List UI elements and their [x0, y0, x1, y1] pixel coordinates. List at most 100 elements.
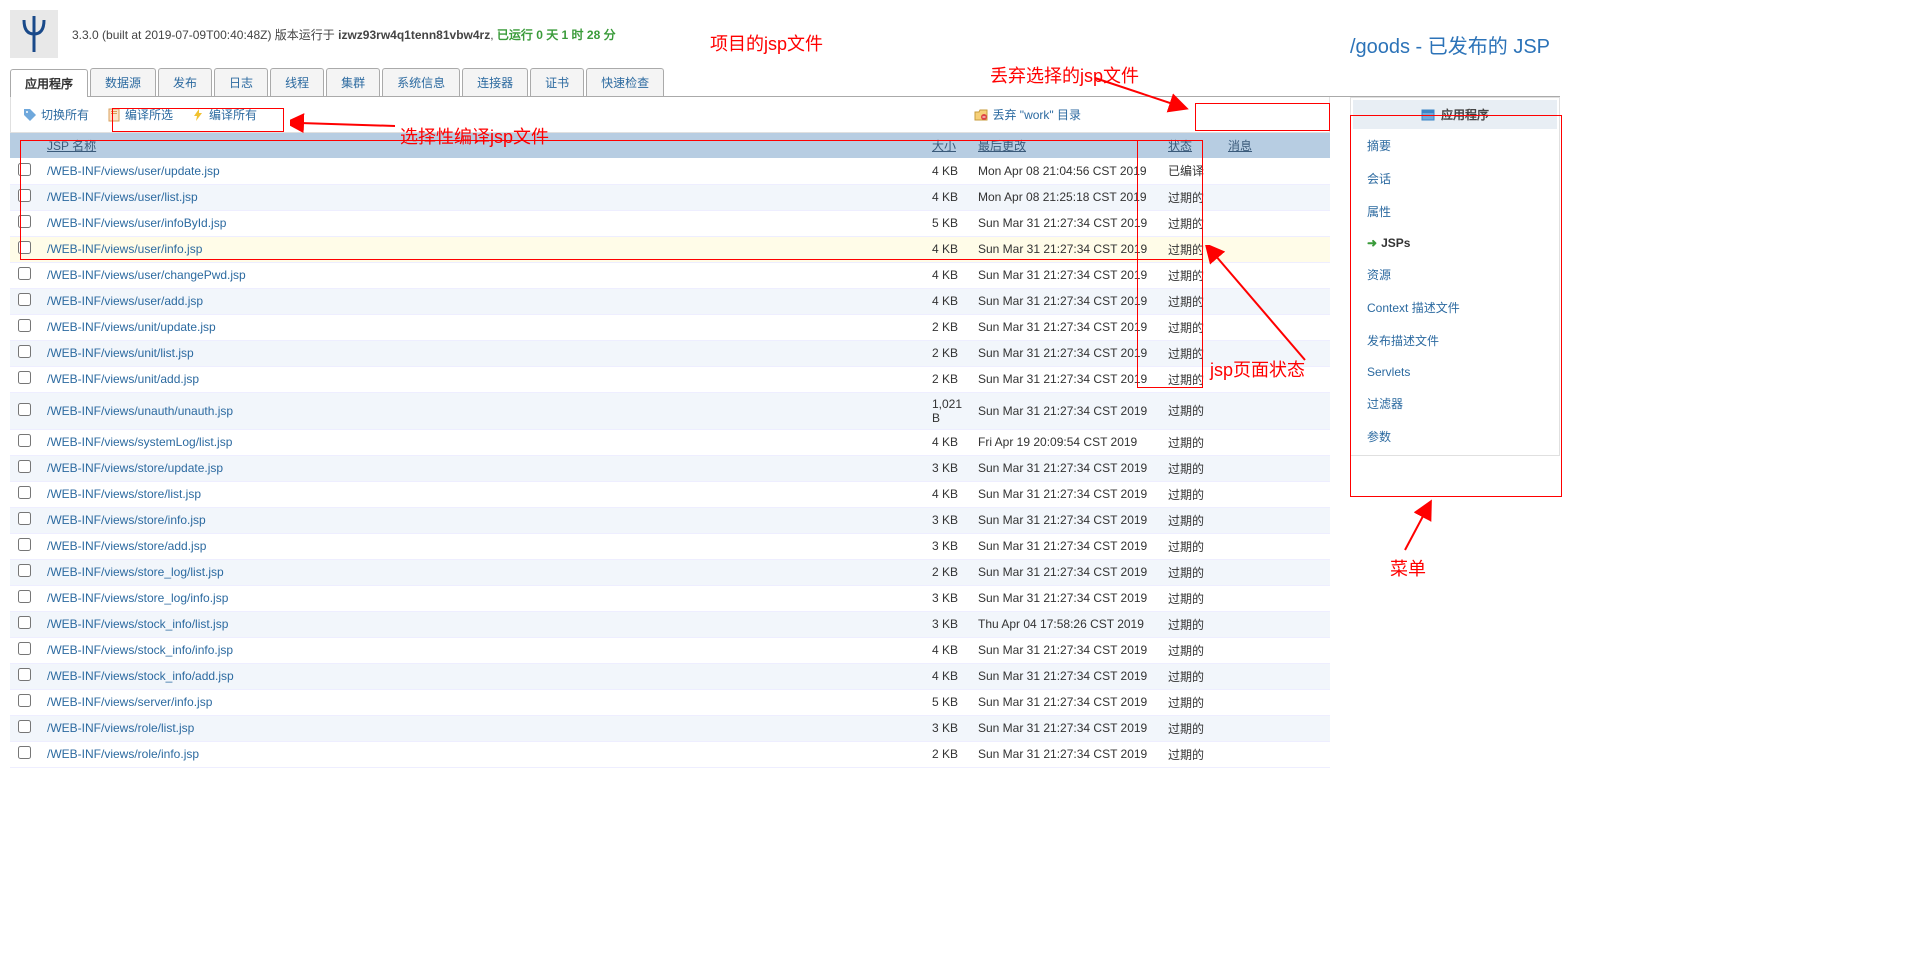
- side-item-1[interactable]: 会话: [1353, 162, 1557, 195]
- jsp-path-link[interactable]: /WEB-INF/views/role/info.jsp: [47, 747, 199, 761]
- tab-2[interactable]: 发布: [158, 68, 212, 96]
- row-checkbox[interactable]: [18, 668, 31, 681]
- cell-msg: [1220, 611, 1330, 637]
- row-checkbox[interactable]: [18, 590, 31, 603]
- jsp-path-link[interactable]: /WEB-INF/views/role/list.jsp: [47, 721, 194, 735]
- row-checkbox[interactable]: [18, 486, 31, 499]
- table-header-status[interactable]: 状态: [1160, 133, 1220, 158]
- tab-7[interactable]: 连接器: [462, 68, 528, 96]
- row-checkbox[interactable]: [18, 512, 31, 525]
- jsp-path-link[interactable]: /WEB-INF/views/systemLog/list.jsp: [47, 435, 232, 449]
- cell-date: Mon Apr 08 21:04:56 CST 2019: [970, 158, 1160, 184]
- table-row: /WEB-INF/views/unit/update.jsp2 KBSun Ma…: [10, 314, 1330, 340]
- cell-status: 过期的: [1160, 455, 1220, 481]
- cell-size: 4 KB: [924, 184, 970, 210]
- jsp-path-link[interactable]: /WEB-INF/views/server/info.jsp: [47, 695, 212, 709]
- row-checkbox[interactable]: [18, 371, 31, 384]
- row-checkbox[interactable]: [18, 746, 31, 759]
- row-checkbox[interactable]: [18, 434, 31, 447]
- row-checkbox[interactable]: [18, 163, 31, 176]
- cell-status: 过期的: [1160, 533, 1220, 559]
- jsp-path-link[interactable]: /WEB-INF/views/store/update.jsp: [47, 461, 223, 475]
- table-header-size[interactable]: 大小: [924, 133, 970, 158]
- jsp-path-link[interactable]: /WEB-INF/views/user/info.jsp: [47, 242, 202, 256]
- tab-0[interactable]: 应用程序: [10, 69, 88, 97]
- row-checkbox[interactable]: [18, 460, 31, 473]
- cell-status: 过期的: [1160, 366, 1220, 392]
- row-checkbox[interactable]: [18, 538, 31, 551]
- jsp-path-link[interactable]: /WEB-INF/views/store_log/info.jsp: [47, 591, 228, 605]
- table-header-msg[interactable]: 消息: [1220, 133, 1330, 158]
- cell-size: 5 KB: [924, 689, 970, 715]
- jsp-path-link[interactable]: /WEB-INF/views/stock_info/info.jsp: [47, 643, 233, 657]
- side-item-2[interactable]: 属性: [1353, 195, 1557, 228]
- cell-status: 已编译: [1160, 158, 1220, 184]
- discard-work-link[interactable]: 丢弃 "work" 目录: [966, 103, 1089, 126]
- jsp-path-link[interactable]: /WEB-INF/views/user/changePwd.jsp: [47, 268, 246, 282]
- row-checkbox[interactable]: [18, 241, 31, 254]
- row-checkbox[interactable]: [18, 215, 31, 228]
- jsp-path-link[interactable]: /WEB-INF/views/stock_info/list.jsp: [47, 617, 228, 631]
- side-item-3[interactable]: ➜JSPs: [1353, 228, 1557, 258]
- cell-msg: [1220, 288, 1330, 314]
- side-item-6[interactable]: 发布描述文件: [1353, 324, 1557, 357]
- cell-status: 过期的: [1160, 184, 1220, 210]
- tab-3[interactable]: 日志: [214, 68, 268, 96]
- jsp-path-link[interactable]: /WEB-INF/views/user/add.jsp: [47, 294, 203, 308]
- row-checkbox[interactable]: [18, 319, 31, 332]
- jsp-path-link[interactable]: /WEB-INF/views/store/add.jsp: [47, 539, 206, 553]
- row-checkbox[interactable]: [18, 293, 31, 306]
- cell-size: 4 KB: [924, 637, 970, 663]
- table-header-name[interactable]: JSP 名称: [39, 133, 924, 158]
- table-row: /WEB-INF/views/unit/add.jsp2 KBSun Mar 3…: [10, 366, 1330, 392]
- jsp-path-link[interactable]: /WEB-INF/views/user/list.jsp: [47, 190, 198, 204]
- side-item-9[interactable]: 参数: [1353, 420, 1557, 453]
- table-header-modified[interactable]: 最后更改: [970, 133, 1160, 158]
- jsp-path-link[interactable]: /WEB-INF/views/user/update.jsp: [47, 164, 220, 178]
- cell-date: Sun Mar 31 21:27:34 CST 2019: [970, 236, 1160, 262]
- row-checkbox[interactable]: [18, 616, 31, 629]
- table-row: /WEB-INF/views/user/info.jsp4 KBSun Mar …: [10, 236, 1330, 262]
- jsp-path-link[interactable]: /WEB-INF/views/store/info.jsp: [47, 513, 206, 527]
- jsp-path-link[interactable]: /WEB-INF/views/unit/update.jsp: [47, 320, 216, 334]
- side-item-0[interactable]: 摘要: [1353, 129, 1557, 162]
- jsp-path-link[interactable]: /WEB-INF/views/unauth/unauth.jsp: [47, 404, 233, 418]
- cell-msg: [1220, 392, 1330, 429]
- tab-6[interactable]: 系统信息: [382, 68, 460, 96]
- cell-date: Sun Mar 31 21:27:34 CST 2019: [970, 481, 1160, 507]
- tab-1[interactable]: 数据源: [90, 68, 156, 96]
- toggle-all-link[interactable]: 切换所有: [15, 103, 97, 126]
- tab-9[interactable]: 快速检查: [586, 68, 664, 96]
- row-checkbox[interactable]: [18, 189, 31, 202]
- row-checkbox[interactable]: [18, 345, 31, 358]
- cell-date: Sun Mar 31 21:27:34 CST 2019: [970, 366, 1160, 392]
- tab-4[interactable]: 线程: [270, 68, 324, 96]
- side-item-4[interactable]: 资源: [1353, 258, 1557, 291]
- cell-status: 过期的: [1160, 481, 1220, 507]
- table-header-checkbox[interactable]: [10, 133, 39, 158]
- jsp-path-link[interactable]: /WEB-INF/views/unit/list.jsp: [47, 346, 194, 360]
- side-item-5[interactable]: Context 描述文件: [1353, 291, 1557, 324]
- jsp-path-link[interactable]: /WEB-INF/views/unit/add.jsp: [47, 372, 199, 386]
- table-row: /WEB-INF/views/role/info.jsp2 KBSun Mar …: [10, 741, 1330, 767]
- tab-5[interactable]: 集群: [326, 68, 380, 96]
- cell-msg: [1220, 262, 1330, 288]
- jsp-path-link[interactable]: /WEB-INF/views/stock_info/add.jsp: [47, 669, 234, 683]
- side-item-8[interactable]: 过滤器: [1353, 387, 1557, 420]
- row-checkbox[interactable]: [18, 720, 31, 733]
- jsp-path-link[interactable]: /WEB-INF/views/user/infoById.jsp: [47, 216, 226, 230]
- table-row: /WEB-INF/views/unit/list.jsp2 KBSun Mar …: [10, 340, 1330, 366]
- tab-8[interactable]: 证书: [530, 68, 584, 96]
- document-icon: [107, 108, 121, 122]
- row-checkbox[interactable]: [18, 642, 31, 655]
- row-checkbox[interactable]: [18, 267, 31, 280]
- side-item-7[interactable]: Servlets: [1353, 357, 1557, 387]
- cell-msg: [1220, 455, 1330, 481]
- jsp-path-link[interactable]: /WEB-INF/views/store_log/list.jsp: [47, 565, 224, 579]
- jsp-path-link[interactable]: /WEB-INF/views/store/list.jsp: [47, 487, 201, 501]
- row-checkbox[interactable]: [18, 694, 31, 707]
- compile-all-link[interactable]: 编译所有: [183, 103, 265, 126]
- compile-selected-link[interactable]: 编译所选: [99, 103, 181, 126]
- row-checkbox[interactable]: [18, 564, 31, 577]
- row-checkbox[interactable]: [18, 403, 31, 416]
